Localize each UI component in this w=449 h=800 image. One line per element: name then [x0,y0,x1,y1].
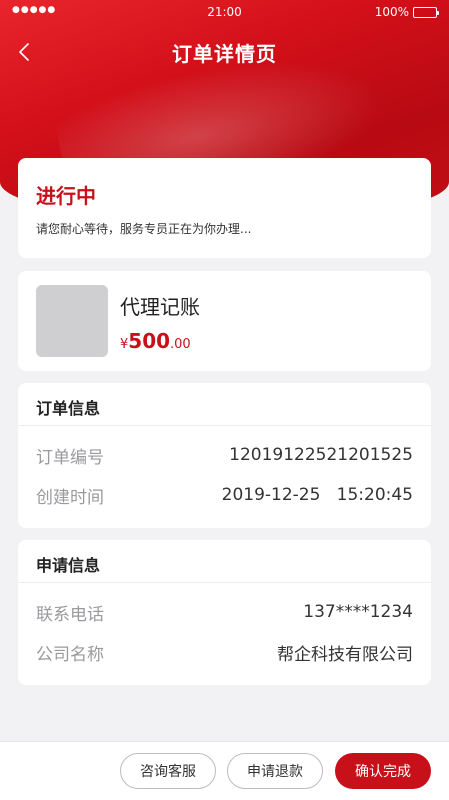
price-decimal: .00 [170,337,191,352]
product-thumbnail [36,285,108,357]
product-price: ¥500.00 [120,329,191,353]
battery-icon [413,6,439,18]
divider [18,425,431,426]
page-title: 订单详情页 [172,42,277,66]
price-integer: 500 [128,329,171,353]
order-number-value: 12019122521201525 [229,445,413,465]
company-label: 公司名称 [36,644,104,665]
apply-info-card: 申请信息 联系电话 137****1234 公司名称 帮企科技有限公司 [18,540,431,685]
order-info-card: 订单信息 订单编号 12019122521201525 创建时间 2019-12… [18,383,431,528]
nav-bar: 订单详情页 [0,30,449,74]
order-status-title: 进行中 [36,184,96,208]
phone-value: 137****1234 [303,602,413,622]
order-status-description: 请您耐心等待，服务专员正在为你办理... [36,222,252,236]
created-time-label: 创建时间 [36,487,104,508]
order-info-title: 订单信息 [36,399,101,418]
consult-service-button[interactable]: 咨询客服 [120,753,216,789]
created-time-value: 2019-12-25 15:20:45 [221,485,413,505]
battery-status: 100% [374,5,439,19]
divider [18,582,431,583]
request-refund-button[interactable]: 申请退款 [227,753,323,789]
product-card[interactable]: 代理记账 ¥500.00 [18,271,431,371]
company-value: 帮企科技有限公司 [277,644,413,665]
status-bar: ●●●●● 21:00 100% [0,0,449,24]
created-time-row: 创建时间 2019-12-25 15:20:45 [36,483,413,508]
phone-label: 联系电话 [36,604,104,625]
order-status-card: 进行中 请您耐心等待，服务专员正在为你办理... [18,158,431,258]
phone-row: 联系电话 137****1234 [36,600,413,625]
order-number-label: 订单编号 [36,447,104,468]
company-row: 公司名称 帮企科技有限公司 [36,640,413,665]
bottom-action-bar: 咨询客服 申请退款 确认完成 [0,741,449,800]
confirm-complete-button[interactable]: 确认完成 [335,753,431,789]
battery-percent: 100% [374,5,409,19]
apply-info-title: 申请信息 [36,556,101,575]
order-number-row: 订单编号 12019122521201525 [36,443,413,468]
product-name: 代理记账 [120,295,200,319]
